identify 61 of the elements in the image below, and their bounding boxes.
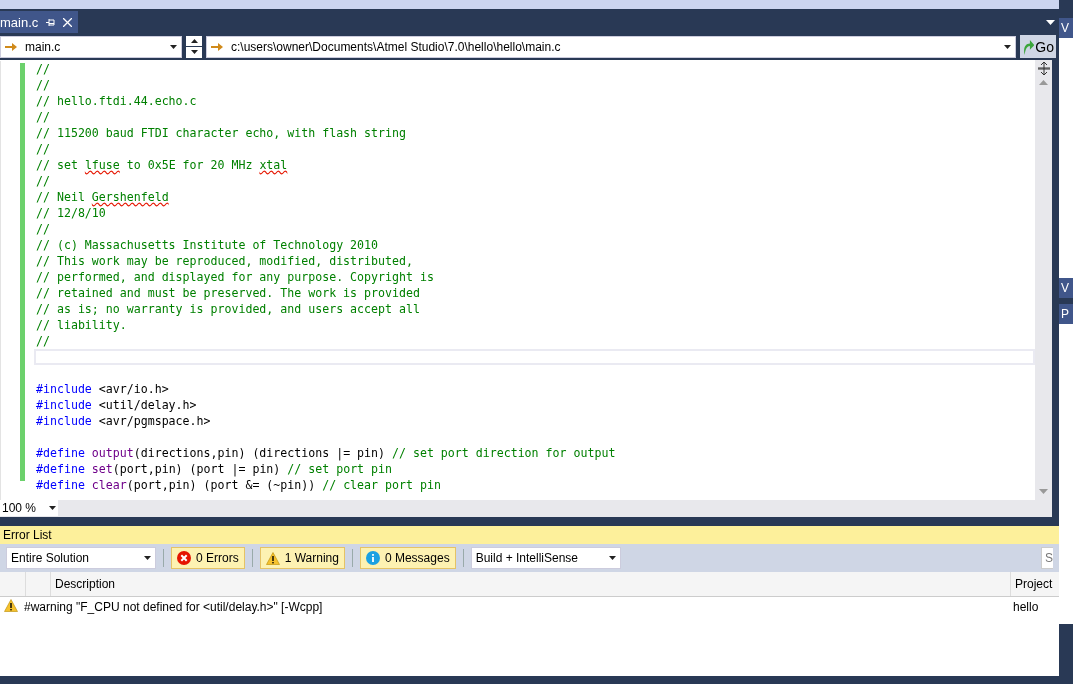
pin-icon[interactable] [46, 17, 56, 27]
code-line: // liability. [36, 317, 128, 333]
caret-icon [170, 44, 177, 49]
code-line: // hello.ftdi.44.echo.c [36, 93, 198, 109]
code-line: // [36, 173, 51, 189]
column-header[interactable]: Description [50, 572, 1010, 596]
warning-icon [4, 599, 18, 612]
table-cell-text: hello [1012, 600, 1040, 614]
caret-icon [1004, 44, 1011, 49]
caret-icon [144, 556, 151, 560]
split-icon[interactable] [1037, 62, 1050, 75]
warning-icon [265, 551, 280, 565]
dropdown-icon[interactable] [1046, 20, 1055, 25]
scope-dropdown[interactable]: Entire Solution [6, 547, 156, 569]
down-icon[interactable] [186, 47, 202, 58]
code-line: #define clear(port,pin) (port &= (~pin)) // clear port pin [36, 477, 442, 493]
go-button[interactable]: Go [1020, 35, 1056, 58]
close-icon[interactable] [63, 17, 73, 27]
source-dropdown[interactable]: Build + IntelliSense [470, 547, 621, 569]
table-cell-text: #warning "F_CPU not defined for <util/delay.h>" [-Wcpp] [24, 600, 324, 614]
side-tab[interactable]: V [1059, 18, 1073, 38]
arrow-icon [5, 41, 17, 52]
code-line: // performed, and displayed for any purpose. Copyright is [36, 269, 435, 285]
side-tab[interactable]: P [1059, 304, 1073, 324]
code-line: // as is; no warranty is provided, and users accept all [36, 301, 421, 317]
code-line: // [36, 109, 51, 125]
code-line: // [36, 221, 51, 237]
error-icon [177, 551, 191, 565]
code-line: // [36, 333, 51, 349]
up-icon[interactable] [186, 35, 202, 46]
path-dropdown[interactable]: c:\users\owner\Documents\Atmel Studio\7.0\hello\hello\main.c [206, 35, 1016, 58]
caret-icon [608, 556, 616, 560]
code-line: #include <avr/io.h> [36, 381, 170, 397]
filter-toggle[interactable]: 0 Messages [359, 547, 456, 569]
code-line: // set lfuse to 0x5E for 20 MHz xtal [36, 157, 289, 173]
code-line: #define set(port,pin) (port |= pin) // set port pin [36, 461, 393, 477]
code-line: // (c) Massachusetts Institute of Technology 2010 [36, 237, 380, 253]
file-tab[interactable]: main.c [0, 11, 79, 33]
code-line: // 115200 baud FTDI character echo, with flash string [36, 125, 407, 141]
code-line: // This work may be reproduced, modified, distributed, [36, 253, 414, 269]
code-line: // Neil Gershenfeld [36, 189, 170, 205]
filter-toggle[interactable]: 0 Errors [171, 547, 245, 569]
caret-icon [49, 506, 56, 510]
code-line: #define output(directions,pin) (directions |= pin) // set port direction for output [36, 445, 617, 461]
code-line: // [36, 61, 51, 77]
code-line: // 12/8/10 [36, 205, 107, 221]
code-line: #include <avr/pgmspace.h> [36, 413, 212, 429]
info-icon [365, 551, 380, 565]
panel-title: Error List [0, 526, 1059, 544]
code-line: // retained and must be preserved. The work is provided [36, 285, 421, 301]
side-tab[interactable]: V [1059, 278, 1073, 298]
tab-label: main.c [0, 14, 39, 30]
arrow-icon [211, 41, 223, 52]
code-line: #include <util/delay.h> [36, 397, 198, 413]
filter-toggle[interactable]: 1 Warning [259, 547, 345, 569]
vertical-scrollbar[interactable] [1035, 60, 1052, 500]
search-field[interactable]: S [1041, 547, 1053, 569]
zoom-dropdown[interactable]: 100 % [0, 500, 58, 516]
code-line: // [36, 141, 51, 157]
code-line: // [36, 77, 51, 93]
file-dropdown[interactable]: main.c [0, 35, 182, 58]
